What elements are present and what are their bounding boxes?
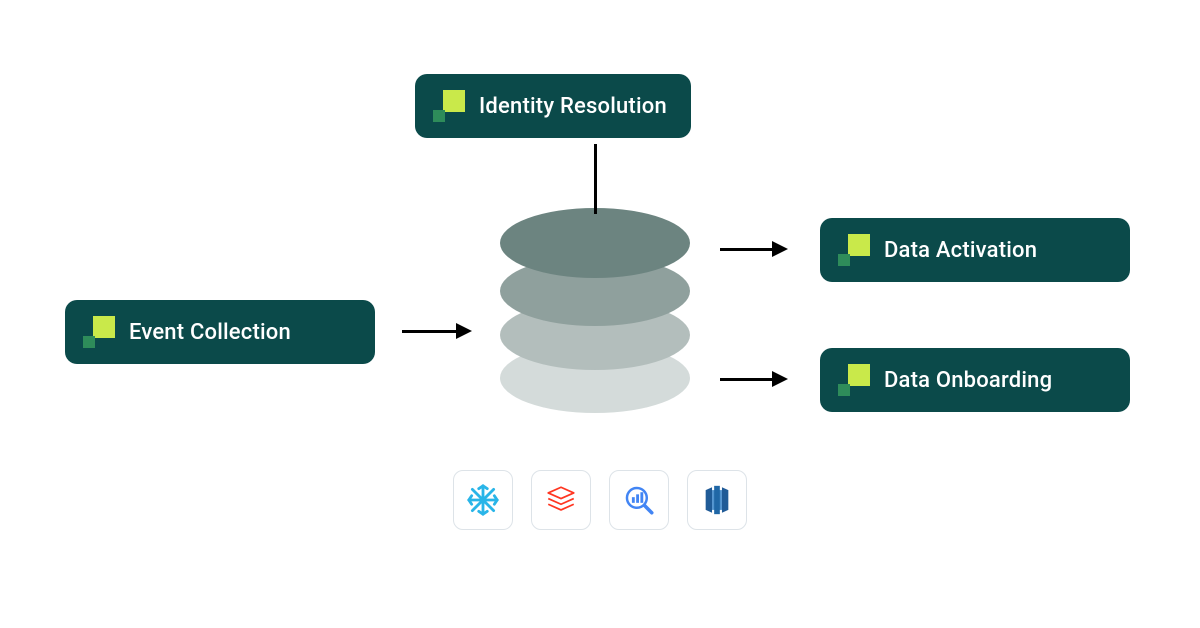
arrow-event-to-db-line bbox=[402, 330, 456, 333]
card-identity-resolution: Identity Resolution bbox=[415, 74, 691, 138]
data-warehouse-stack bbox=[500, 208, 690, 418]
card-label: Event Collection bbox=[129, 320, 291, 345]
brand-icon bbox=[838, 234, 870, 266]
bigquery-icon bbox=[609, 470, 669, 530]
card-label: Data Onboarding bbox=[884, 368, 1052, 393]
arrow-db-to-onboarding-head bbox=[772, 371, 788, 387]
arrow-db-to-activation-head bbox=[772, 241, 788, 257]
brand-icon bbox=[83, 316, 115, 348]
snowflake-icon bbox=[453, 470, 513, 530]
card-data-onboarding: Data Onboarding bbox=[820, 348, 1130, 412]
brand-icon bbox=[838, 364, 870, 396]
card-label: Identity Resolution bbox=[479, 94, 667, 119]
card-label: Data Activation bbox=[884, 238, 1037, 263]
databricks-icon bbox=[531, 470, 591, 530]
brand-icon bbox=[433, 90, 465, 122]
arrow-db-to-onboarding-line bbox=[720, 378, 772, 381]
redshift-icon bbox=[687, 470, 747, 530]
integration-logos-row bbox=[0, 470, 1200, 530]
card-data-activation: Data Activation bbox=[820, 218, 1130, 282]
arrow-event-to-db-head bbox=[456, 323, 472, 339]
db-layer-1 bbox=[500, 208, 690, 278]
arrow-db-to-activation-line bbox=[720, 248, 772, 251]
connector-identity-to-db bbox=[594, 144, 597, 214]
card-event-collection: Event Collection bbox=[65, 300, 375, 364]
